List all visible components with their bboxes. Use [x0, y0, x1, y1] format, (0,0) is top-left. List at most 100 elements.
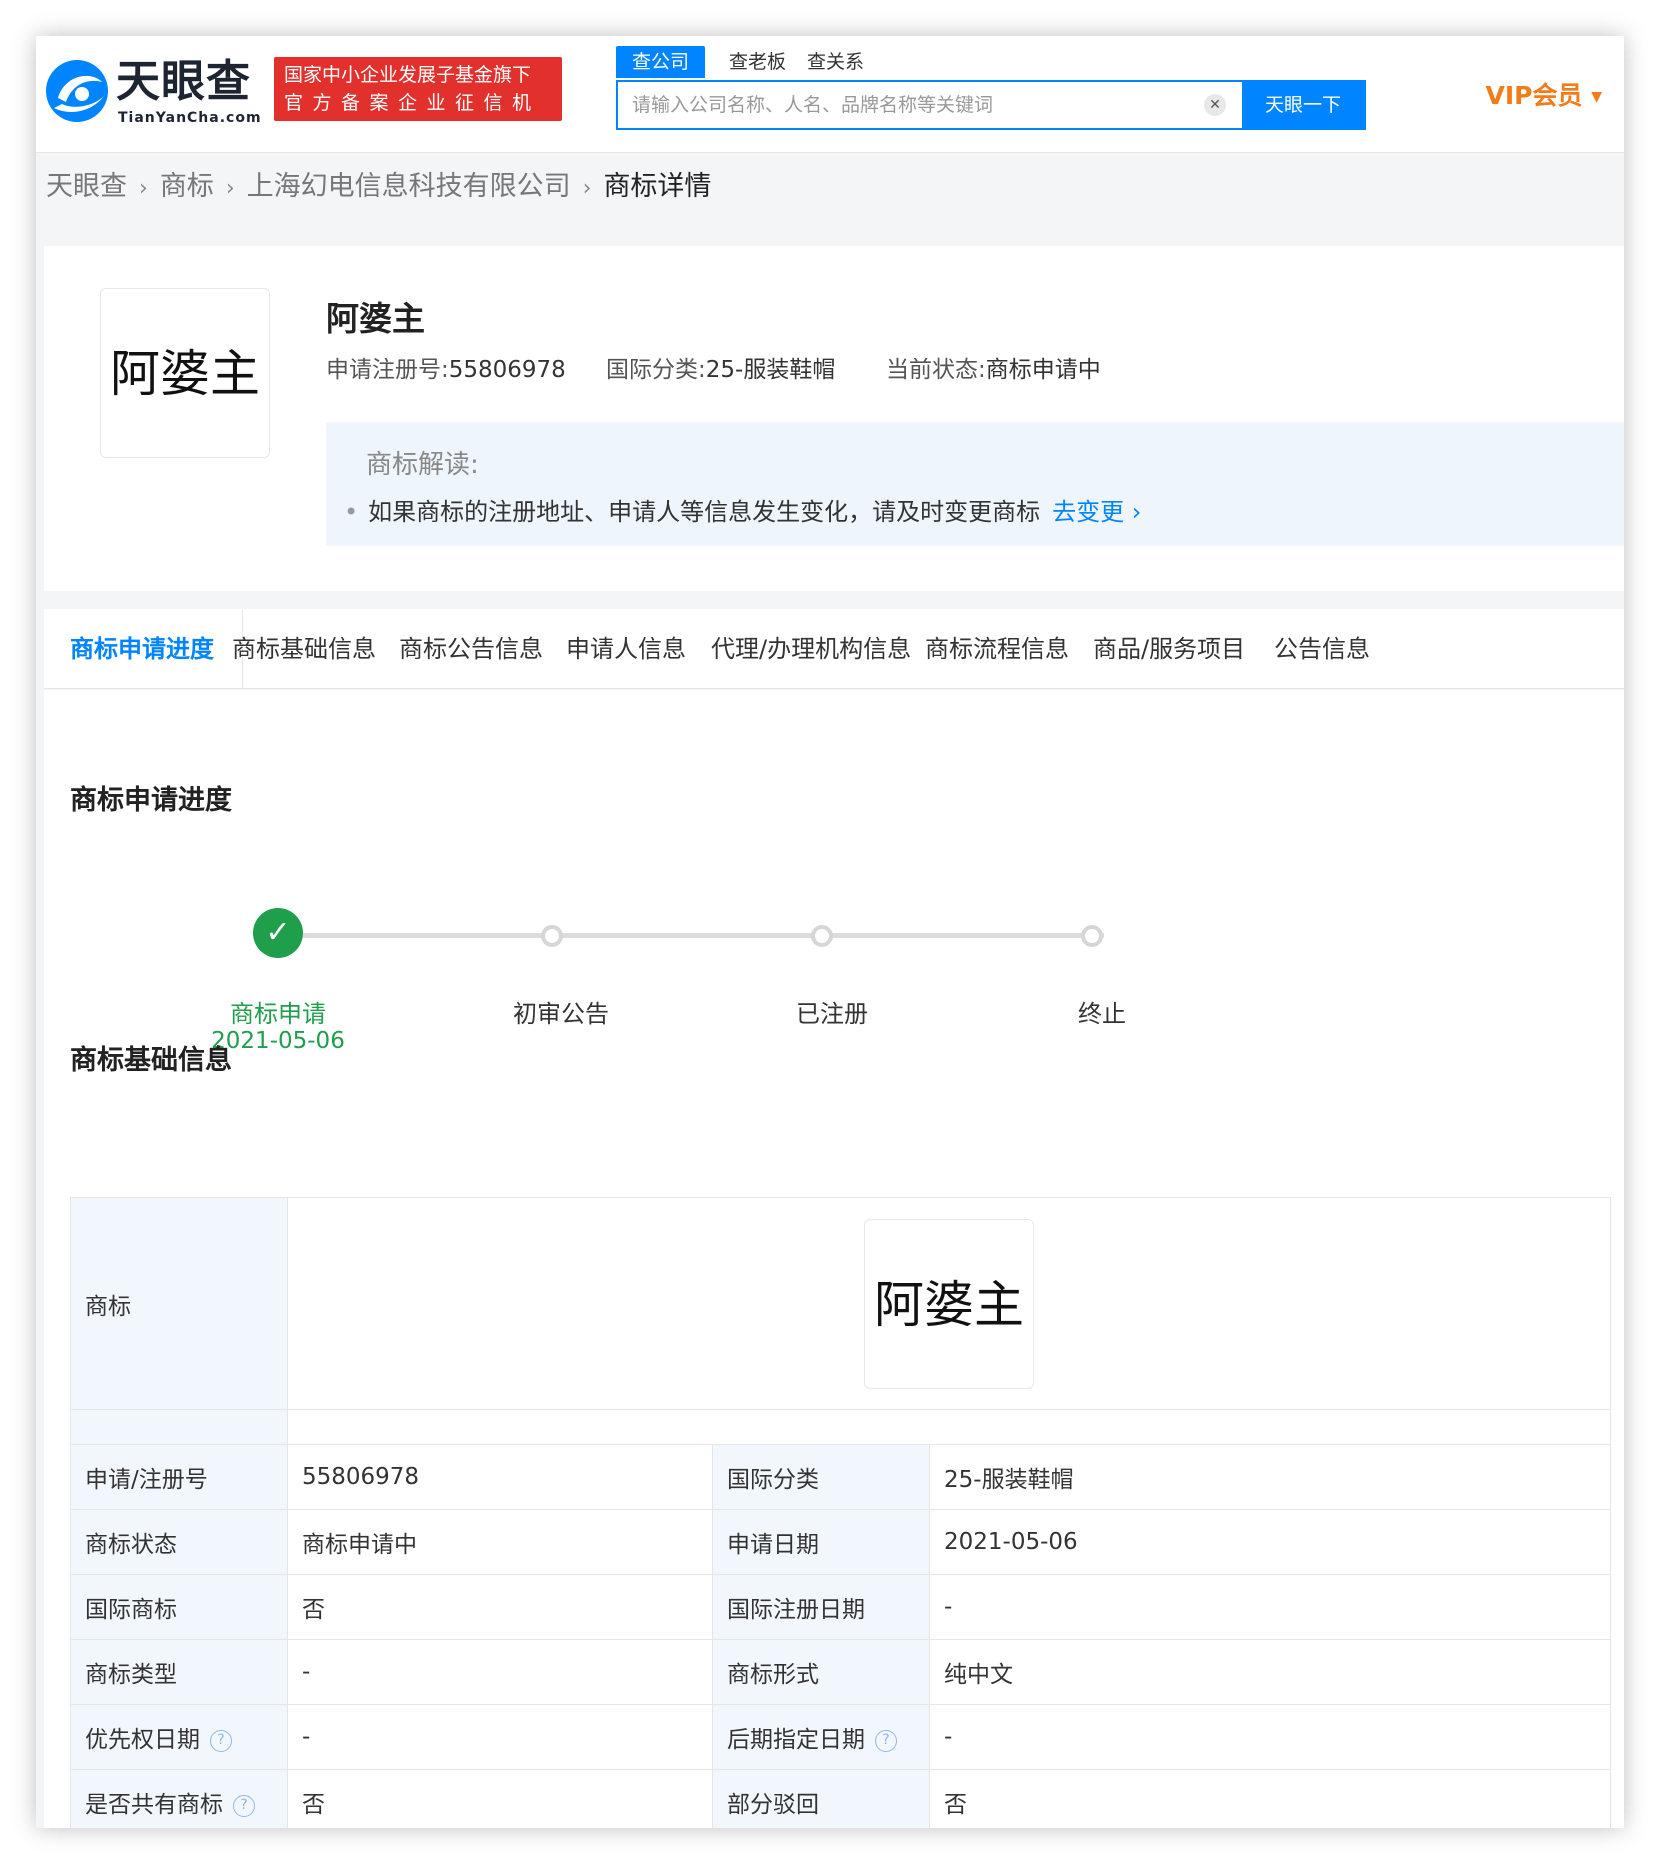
logo-title: 天眼查 [116, 56, 251, 107]
shared-trademark-label: 是否共有商标 [85, 1792, 223, 1818]
progress-step-label: 终止 [1078, 1000, 1126, 1028]
basic-info-table: 商标 阿婆主 申请/注册号 55806978 国际分类 25-服装鞋帽 商标状态… [70, 1197, 1612, 1828]
change-trademark-link[interactable]: 去变更 › [1052, 498, 1141, 526]
logo-subtitle: TianYanCha.com [118, 110, 262, 126]
meta-intl-class: 国际分类:25-服装鞋帽 [606, 350, 835, 384]
slogan-line-2: 官方备案企业征信机构 [284, 92, 541, 142]
table-value: 2021-05-06 [928, 1509, 1612, 1575]
progress-step-node [811, 925, 833, 947]
table-value: - [287, 1639, 713, 1705]
table-value: 否 [287, 1769, 713, 1828]
table-value [286, 1409, 1612, 1445]
table-key: 部分驳回 [712, 1769, 930, 1828]
table-key [70, 1409, 288, 1445]
search-tab-boss[interactable]: 查老板 [729, 46, 786, 78]
table-value: - [928, 1704, 1612, 1770]
table-key: 申请日期 [712, 1509, 930, 1575]
breadcrumb-current: 商标详情 [603, 171, 712, 202]
tab-announcement-info[interactable]: 商标公告信息 [399, 609, 543, 689]
search-input[interactable] [618, 82, 1198, 128]
table-key: 商标形式 [712, 1639, 930, 1705]
table-value: 否 [287, 1574, 713, 1640]
chevron-right-icon: › [225, 176, 235, 201]
trademark-image[interactable]: 阿婆主 [864, 1218, 1034, 1389]
table-key: 申请/注册号 [70, 1444, 288, 1510]
tianyancha-logo-icon [46, 60, 108, 122]
table-row: 是否共有商标? 否 部分驳回 否 [70, 1769, 1612, 1828]
help-icon[interactable]: ? [210, 1729, 232, 1752]
table-value: 否 [928, 1769, 1612, 1828]
table-row: 申请/注册号 55806978 国际分类 25-服装鞋帽 [70, 1444, 1612, 1510]
progress-step-node [541, 925, 563, 947]
section-title-progress: 商标申请进度 [70, 785, 232, 816]
table-value: 55806978 [287, 1444, 713, 1510]
progress-step-node [1081, 925, 1103, 947]
breadcrumb-company[interactable]: 上海幻电信息科技有限公司 [247, 171, 571, 202]
vip-label: VIP会员 [1485, 81, 1583, 110]
meta-reg-no: 申请注册号:55806978 [326, 350, 566, 384]
section-title-basic-info: 商标基础信息 [70, 1045, 232, 1076]
table-row: 商标状态 商标申请中 申请日期 2021-05-06 [70, 1509, 1612, 1575]
interpretation-title: 商标解读: [366, 450, 479, 480]
search-tab-company[interactable]: 查公司 [616, 46, 706, 78]
table-value: 25-服装鞋帽 [928, 1444, 1612, 1510]
tab-basic-info[interactable]: 商标基础信息 [232, 609, 376, 689]
vip-member-menu[interactable]: VIP会员 ▼ [1486, 76, 1602, 112]
search-box: ✕ 天眼一下 [616, 80, 1366, 130]
tab-application-progress[interactable]: 商标申请进度 [44, 609, 243, 689]
table-key: 商标状态 [70, 1509, 288, 1575]
table-key: 优先权日期? [70, 1704, 288, 1770]
tab-process-info[interactable]: 商标流程信息 [925, 609, 1069, 689]
chevron-right-icon: › [1131, 498, 1142, 526]
table-key: 国际分类 [712, 1444, 930, 1510]
help-icon[interactable]: ? [875, 1729, 897, 1752]
chevron-right-icon: › [582, 176, 592, 201]
help-icon[interactable]: ? [233, 1794, 255, 1817]
table-value: - [928, 1574, 1612, 1640]
table-key: 国际注册日期 [712, 1574, 930, 1640]
meta-status-label: 当前状态: [886, 357, 986, 383]
meta-reg-no-label: 申请注册号: [326, 357, 449, 383]
search-button[interactable]: 天眼一下 [1242, 82, 1364, 128]
breadcrumb-home[interactable]: 天眼查 [46, 171, 127, 202]
tab-notice-info[interactable]: 公告信息 [1274, 609, 1370, 689]
table-value: 纯中文 [928, 1639, 1612, 1705]
progress-step-label: 已注册 [796, 1000, 868, 1028]
meta-intl-class-label: 国际分类: [606, 357, 706, 383]
trademark-image[interactable]: 阿婆主 [100, 288, 270, 458]
table-value: - [287, 1704, 713, 1770]
progress-step-label: 商标申请 [230, 1000, 326, 1028]
table-row: 优先权日期? - 后期指定日期? - [70, 1704, 1612, 1770]
breadcrumb-trademark[interactable]: 商标 [160, 171, 214, 202]
meta-status: 当前状态:商标申请中 [886, 350, 1101, 384]
progress-step-label: 初审公告 [513, 1000, 609, 1028]
table-key: 是否共有商标? [70, 1769, 288, 1828]
table-key: 商标 [70, 1197, 288, 1410]
main-content: 商标申请进度 ✓ 商标申请 2021-05-06 初审公告 已注册 终止 商标基… [44, 690, 1624, 1828]
table-row: 商标 阿婆主 [70, 1197, 1612, 1410]
table-row [70, 1409, 1612, 1445]
browser-window: 天眼查 TianYanCha.com 国家中小企业发展子基金旗下 官方备案企业征… [36, 36, 1624, 1828]
table-value: 商标申请中 [287, 1509, 713, 1575]
table-key: 商标类型 [70, 1639, 288, 1705]
top-header: 天眼查 TianYanCha.com 国家中小企业发展子基金旗下 官方备案企业征… [36, 36, 1624, 153]
search-tab-relation[interactable]: 查关系 [807, 46, 864, 78]
table-row: 国际商标 否 国际注册日期 - [70, 1574, 1612, 1640]
trademark-interpretation-box: 商标解读: • 如果商标的注册地址、申请人等信息发生变化，请及时变更商标 去变更 › [326, 422, 1624, 546]
site-logo[interactable]: 天眼查 TianYanCha.com [44, 56, 262, 136]
clear-icon[interactable]: ✕ [1204, 94, 1226, 116]
priority-date-label: 优先权日期 [85, 1727, 200, 1753]
caret-down-icon: ▼ [1591, 89, 1602, 105]
tab-goods-services[interactable]: 商品/服务项目 [1093, 609, 1245, 689]
meta-reg-no-value: 55806978 [448, 357, 566, 383]
bullet-icon: • [344, 498, 359, 526]
meta-status-value: 商标申请中 [985, 357, 1101, 383]
tab-agency-info[interactable]: 代理/办理机构信息 [711, 609, 911, 689]
table-key: 国际商标 [70, 1574, 288, 1640]
table-key: 后期指定日期? [712, 1704, 930, 1770]
application-progress-steps: ✓ 商标申请 2021-05-06 初审公告 已注册 终止 [44, 890, 1624, 1054]
later-designation-date-label: 后期指定日期 [727, 1727, 865, 1753]
interpretation-text: 如果商标的注册地址、申请人等信息发生变化，请及时变更商标 [368, 498, 1041, 526]
tab-applicant-info[interactable]: 申请人信息 [566, 609, 686, 689]
interpretation-item: • 如果商标的注册地址、申请人等信息发生变化，请及时变更商标 去变更 › [344, 492, 1141, 527]
